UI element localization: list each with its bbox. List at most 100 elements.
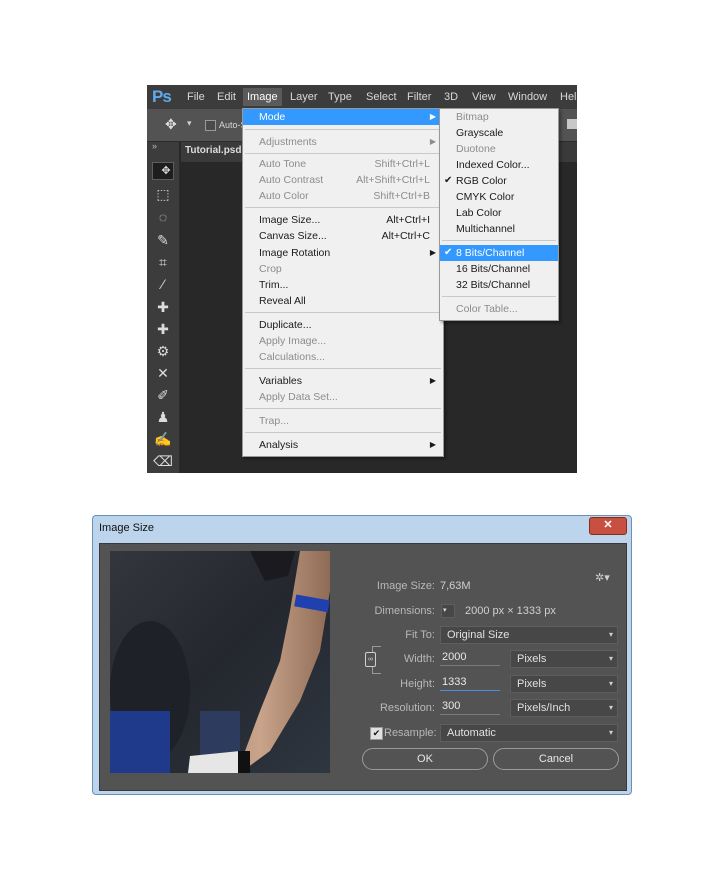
submenu-arrow-icon: ▶ — [429, 137, 436, 146]
menu-item-image-rotation[interactable]: Image Rotation ▶ — [243, 245, 443, 261]
separator — [245, 207, 441, 208]
resolution-unit-select[interactable]: Pixels/Inch ▾ — [510, 699, 618, 717]
content-move-icon[interactable]: ✕ — [152, 363, 174, 383]
menu-item-label: Multichannel — [456, 223, 515, 235]
menu-image[interactable]: Image — [243, 88, 282, 106]
menu-file[interactable]: File — [187, 91, 205, 103]
menu-select[interactable]: Select — [366, 91, 397, 103]
menu-item-label: Canvas Size... — [259, 230, 327, 242]
menu-layer[interactable]: Layer — [290, 91, 318, 103]
stamp-pattern-icon[interactable]: ⚙ — [152, 341, 174, 361]
chevron-down-icon: ▾ — [608, 679, 613, 688]
menu-window[interactable]: Window — [508, 91, 547, 103]
separator — [442, 240, 556, 241]
eyedropper-icon[interactable]: ⁄ — [152, 274, 174, 294]
resolution-input[interactable]: 300 — [440, 698, 500, 715]
menu-type[interactable]: Type — [328, 91, 352, 103]
width-unit-select[interactable]: Pixels ▾ — [510, 650, 618, 668]
menu-item-rgb-color[interactable]: ✔ RGB Color — [440, 173, 558, 189]
menu-help[interactable]: Hel — [560, 91, 577, 103]
menu-item-auto-color: Auto Color Shift+Ctrl+B — [243, 188, 443, 204]
fit-to-select[interactable]: Original Size ▾ — [440, 626, 618, 644]
menu-item-8-bits[interactable]: ✔ 8 Bits/Channel — [440, 245, 558, 261]
menu-item-multichannel[interactable]: Multichannel — [440, 221, 558, 237]
submenu-arrow-icon: ▶ — [429, 376, 436, 385]
menu-item-apply-data-set: Apply Data Set... — [243, 389, 443, 405]
resample-checkbox[interactable]: ✔ — [370, 727, 383, 740]
menu-item-image-size[interactable]: Image Size... Alt+Ctrl+I — [243, 212, 443, 228]
move-icon[interactable]: ✥ — [152, 162, 174, 180]
menu-item-grayscale[interactable]: Grayscale — [440, 125, 558, 141]
document-tab[interactable]: Tutorial.psd — [185, 145, 241, 156]
menu-item-lab-color[interactable]: Lab Color — [440, 205, 558, 221]
menu-item-duotone: Duotone — [440, 141, 558, 157]
close-button[interactable]: ✕ — [589, 517, 627, 535]
gear-icon[interactable]: ✲▾ — [595, 571, 610, 584]
menu-item-reveal-all[interactable]: Reveal All — [243, 293, 443, 309]
chevron-down-icon: ▾ — [608, 654, 613, 663]
width-unit-value: Pixels — [517, 653, 547, 665]
dialog-body: Image Size: 7,63M ✲▾ Dimensions: ▾ 2000 … — [99, 543, 627, 791]
crop-icon[interactable]: ⌗ — [152, 252, 174, 272]
spot-heal-icon[interactable]: ✚ — [152, 297, 174, 317]
submenu-arrow-icon: ▶ — [429, 248, 436, 257]
option-icon[interactable] — [567, 119, 577, 129]
height-label: Height: — [400, 678, 435, 690]
separator — [442, 296, 556, 297]
eraser-icon[interactable]: ⌫ — [152, 451, 174, 471]
menu-item-label: Analysis — [259, 439, 299, 451]
menu-item-label: Auto Contrast — [259, 174, 324, 186]
brush-heal-icon[interactable]: ✚ — [152, 319, 174, 339]
menu-item-label: Reveal All — [259, 295, 306, 307]
menu-item-indexed-color[interactable]: Indexed Color... — [440, 157, 558, 173]
menu-3d[interactable]: 3D — [444, 91, 458, 103]
chevron-down-icon: ▾ — [608, 703, 613, 712]
dimensions-dropdown-icon[interactable]: ▾ — [441, 604, 455, 618]
menu-filter[interactable]: Filter — [407, 91, 431, 103]
menu-item-canvas-size[interactable]: Canvas Size... Alt+Ctrl+C — [243, 228, 443, 244]
dimensions-label: Dimensions: — [374, 605, 435, 617]
height-unit-select[interactable]: Pixels ▾ — [510, 675, 618, 693]
menu-edit[interactable]: Edit — [217, 91, 236, 103]
brush-icon[interactable]: ✐ — [152, 385, 174, 405]
menu-bar: Ps File Edit Image Layer Type Select Fil… — [147, 85, 577, 109]
fit-to-value: Original Size — [447, 629, 510, 641]
menu-item-adjustments: Adjustments ▶ — [243, 134, 443, 150]
ok-button[interactable]: OK — [362, 748, 488, 770]
cancel-button[interactable]: Cancel — [493, 748, 619, 770]
menu-item-color-table: Color Table... — [440, 301, 558, 317]
menu-item-label: Bitmap — [456, 111, 489, 123]
menu-item-label: Image Rotation — [259, 247, 331, 259]
menu-item-32-bits[interactable]: 32 Bits/Channel — [440, 277, 558, 293]
collapse-icon[interactable]: » — [152, 141, 157, 151]
resample-label: Resample: — [384, 727, 437, 739]
auto-select-checkbox[interactable] — [205, 120, 216, 131]
menu-item-calculations: Calculations... — [243, 349, 443, 365]
menu-item-mode[interactable]: Mode ▶ — [243, 109, 443, 125]
menu-item-shortcut: Shift+Ctrl+L — [374, 158, 430, 170]
lasso-icon[interactable]: ◌ — [152, 207, 174, 227]
separator — [245, 153, 441, 154]
height-input[interactable]: 1333 — [440, 674, 500, 691]
marquee-icon[interactable]: ⬚ — [152, 184, 174, 204]
menu-item-cmyk-color[interactable]: CMYK Color — [440, 189, 558, 205]
menu-view[interactable]: View — [472, 91, 496, 103]
chevron-down-icon[interactable]: ▾ — [187, 118, 192, 129]
clone-stamp-icon[interactable]: ♟ — [152, 407, 174, 427]
mode-submenu: Bitmap Grayscale Duotone Indexed Color..… — [439, 108, 559, 321]
resample-select[interactable]: Automatic ▾ — [440, 724, 618, 742]
dialog-title: Image Size — [99, 522, 155, 534]
menu-item-duplicate[interactable]: Duplicate... — [243, 317, 443, 333]
separator — [245, 408, 441, 409]
menu-item-trim[interactable]: Trim... — [243, 277, 443, 293]
quick-select-icon[interactable]: ✎ — [152, 230, 174, 250]
menu-item-variables[interactable]: Variables ▶ — [243, 373, 443, 389]
move-tool-icon[interactable]: ✥ — [165, 116, 177, 133]
menu-item-auto-tone: Auto Tone Shift+Ctrl+L — [243, 156, 443, 172]
image-preview[interactable] — [110, 551, 330, 773]
width-input[interactable]: 2000 — [440, 649, 500, 666]
menu-item-16-bits[interactable]: 16 Bits/Channel — [440, 261, 558, 277]
menu-item-analysis[interactable]: Analysis ▶ — [243, 437, 443, 453]
photoshop-window: Ps File Edit Image Layer Type Select Fil… — [147, 85, 577, 473]
history-brush-icon[interactable]: ✍ — [152, 429, 174, 449]
